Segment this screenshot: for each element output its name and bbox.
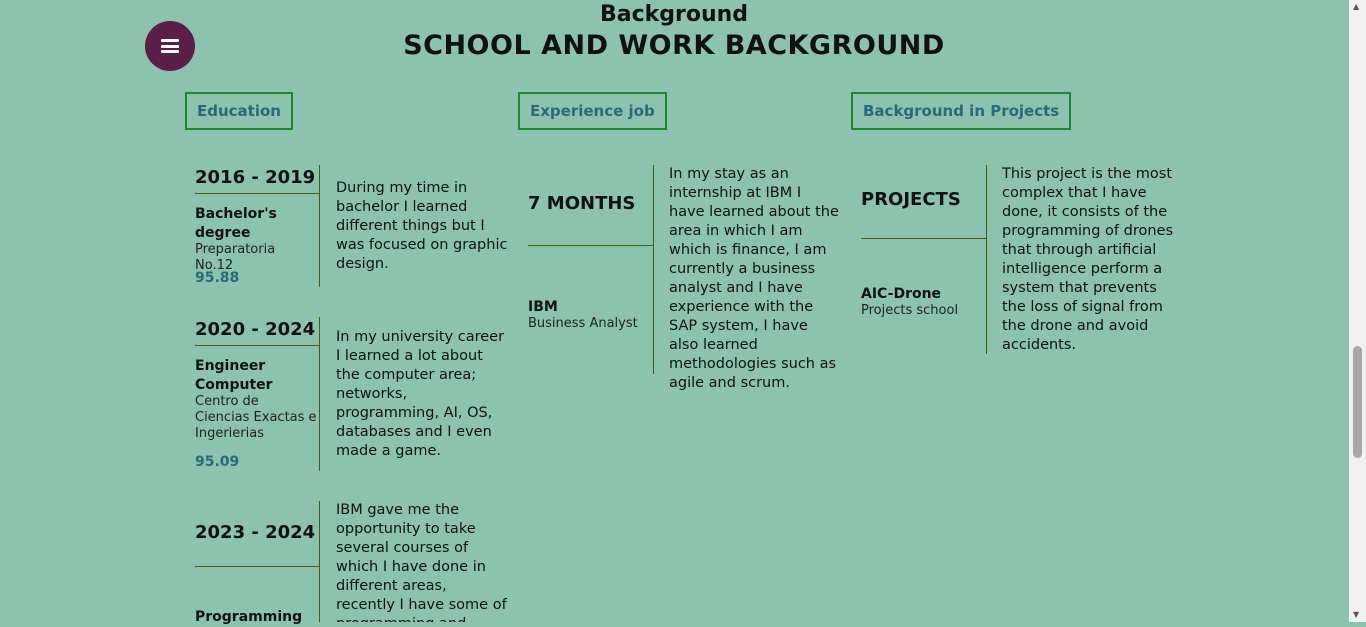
experience-description: In my stay as an internship at IBM I hav… xyxy=(669,166,839,391)
education-divider xyxy=(319,165,320,287)
education-divider xyxy=(319,317,320,471)
section-subtitle: Background xyxy=(599,2,749,27)
experience-divider xyxy=(653,165,654,374)
education-description: During my time in bachelor I learned dif… xyxy=(336,180,508,272)
scroll-down-icon[interactable]: ▼ xyxy=(1353,610,1359,619)
projects-divider xyxy=(986,165,987,354)
education-separator xyxy=(195,566,319,567)
education-description: In my university career I learned a lot … xyxy=(336,329,505,459)
education-years: 2016 - 2019 xyxy=(195,167,316,188)
education-degree: Programming xyxy=(195,609,303,625)
tab-education[interactable]: Education xyxy=(185,92,293,130)
project-context: Projects school xyxy=(861,303,959,318)
project-description: This project is the most complex that I … xyxy=(1002,166,1174,353)
projects-heading: PROJECTS xyxy=(861,189,961,210)
tab-experience-job[interactable]: Experience job xyxy=(518,92,667,130)
experience-role: Business Analyst xyxy=(528,316,638,331)
education-description: IBM gave me the opportunity to take seve… xyxy=(336,502,507,622)
tab-background-projects[interactable]: Background in Projects xyxy=(851,92,1072,130)
education-institution: Centro de Ciencias Exactas e Ingerierias xyxy=(195,394,317,441)
education-separator xyxy=(195,345,319,346)
scroll-up-icon[interactable]: ▲ xyxy=(1353,2,1359,11)
education-years: 2023 - 2024 xyxy=(195,522,316,543)
education-separator xyxy=(195,193,319,194)
experience-separator xyxy=(528,245,653,246)
education-degree: Bachelor's degree xyxy=(195,206,277,241)
experience-company: IBM xyxy=(528,299,558,315)
projects-separator xyxy=(861,238,986,239)
education-grade: 95.88 xyxy=(195,270,240,286)
scroll-thumb[interactable] xyxy=(1353,346,1362,458)
education-grade: 95.09 xyxy=(195,454,240,470)
experience-duration: 7 MONTHS xyxy=(528,193,636,214)
page-title: SCHOOL AND WORK BACKGROUND xyxy=(403,30,945,61)
page-scrollbar[interactable]: ▲ ▼ xyxy=(1349,0,1366,622)
education-degree: Engineer Computer xyxy=(195,358,273,393)
project-name: AIC-Drone xyxy=(861,286,942,302)
education-years: 2020 - 2024 xyxy=(195,319,316,340)
education-divider xyxy=(319,501,320,622)
